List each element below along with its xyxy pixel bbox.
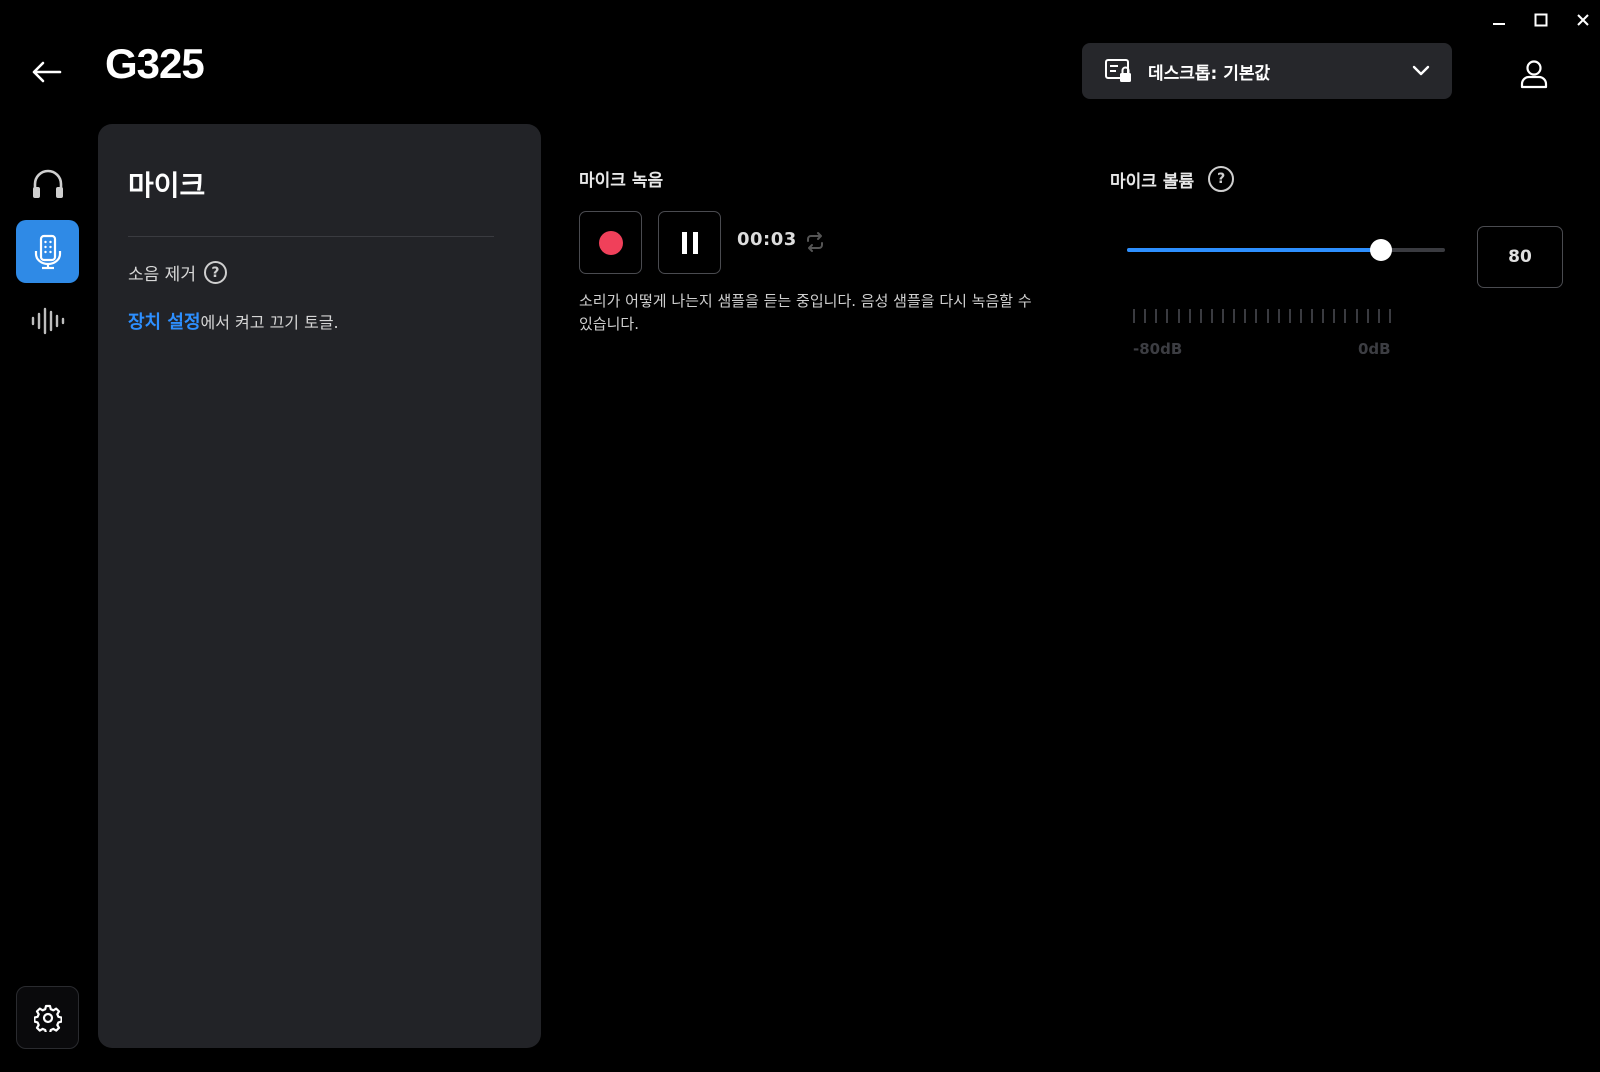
settings-button[interactable]	[16, 986, 79, 1049]
meter-tick	[1233, 309, 1236, 323]
volume-title-row: 마이크 볼륨 ?	[1110, 166, 1235, 192]
volume-slider-thumb[interactable]	[1370, 239, 1393, 261]
desktop-lock-icon	[1105, 59, 1131, 82]
volume-meter	[1133, 309, 1391, 325]
help-icon[interactable]: ?	[1208, 166, 1235, 192]
recording-description: 소리가 어떻게 나는지 샘플을 듣는 중입니다. 음성 샘플을 다시 녹음할 수…	[579, 292, 1032, 333]
microphone-icon	[34, 234, 61, 269]
user-icon	[1520, 60, 1548, 89]
volume-title: 마이크 볼륨	[1110, 171, 1195, 192]
meter-tick	[1188, 309, 1191, 323]
meter-tick	[1344, 309, 1347, 323]
device-title: G325	[105, 40, 205, 87]
meter-tick	[1355, 309, 1358, 323]
meter-tick	[1311, 309, 1313, 323]
panel-title: 마이크	[128, 169, 206, 202]
meter-tick	[1166, 309, 1169, 323]
meter-tick	[1144, 309, 1147, 323]
nav-headset[interactable]	[16, 152, 79, 215]
meter-tick	[1255, 309, 1258, 323]
replay-icon[interactable]	[804, 231, 826, 253]
volume-slider[interactable]	[1127, 239, 1445, 261]
equalizer-icon	[31, 307, 64, 334]
volume-slider-fill	[1127, 248, 1382, 252]
microphone-panel: 마이크 소음 제거 ? 장치 설정에서 켜고 끄기 토글.	[98, 124, 541, 1048]
meter-tick	[1333, 309, 1336, 323]
gear-icon	[33, 1004, 62, 1032]
pause-button[interactable]	[658, 211, 721, 274]
profile-dropdown[interactable]: 데스크톱: 기본값	[1082, 43, 1452, 99]
meter-max-label: 0dB	[1358, 340, 1391, 358]
noise-cancel-label: 소음 제거	[128, 265, 196, 285]
minimize-button[interactable]	[1484, 8, 1514, 32]
meter-min-label: -80dB	[1133, 340, 1183, 358]
recording-title: 마이크 녹음	[579, 171, 664, 191]
meter-tick	[1155, 309, 1158, 323]
divider	[128, 236, 494, 237]
volume-value-input[interactable]	[1477, 226, 1563, 288]
maximize-button[interactable]	[1526, 8, 1556, 32]
help-icon[interactable]: ?	[203, 261, 227, 284]
meter-tick	[1266, 309, 1269, 323]
device-settings-link[interactable]: 장치 설정	[128, 312, 201, 333]
user-account-button[interactable]	[1512, 52, 1556, 96]
close-button[interactable]	[1568, 8, 1598, 32]
pause-icon	[681, 231, 698, 254]
nav-equalizer[interactable]	[16, 289, 79, 352]
minimize-icon	[1493, 23, 1505, 25]
meter-tick	[1222, 309, 1224, 323]
close-icon	[1577, 14, 1589, 26]
arrow-left-icon	[32, 61, 62, 83]
chevron-down-icon	[1412, 65, 1430, 76]
meter-tick	[1177, 309, 1180, 323]
meter-tick	[1366, 309, 1369, 323]
description-text: 에서 켜고 끄기 토글.	[200, 313, 339, 332]
meter-tick	[1244, 309, 1247, 323]
noise-cancel-row: 소음 제거 ?	[128, 260, 227, 285]
meter-tick	[1322, 309, 1325, 323]
meter-tick	[1388, 309, 1391, 323]
headphones-icon	[32, 169, 63, 198]
meter-tick	[1377, 309, 1380, 323]
recording-time: 00:03	[737, 229, 797, 250]
maximize-icon	[1534, 13, 1548, 27]
meter-tick	[1288, 309, 1291, 323]
back-button[interactable]	[26, 52, 66, 92]
nav-microphone[interactable]	[16, 220, 79, 283]
record-icon	[598, 230, 623, 255]
profile-label: 데스크톱: 기본값	[1148, 63, 1271, 84]
meter-tick	[1299, 309, 1302, 323]
meter-tick	[1133, 309, 1135, 323]
record-button[interactable]	[579, 211, 642, 274]
meter-tick	[1210, 309, 1213, 323]
meter-tick	[1199, 309, 1202, 323]
noise-cancel-description: 장치 설정에서 켜고 끄기 토글.	[128, 308, 339, 334]
meter-tick	[1277, 309, 1280, 323]
